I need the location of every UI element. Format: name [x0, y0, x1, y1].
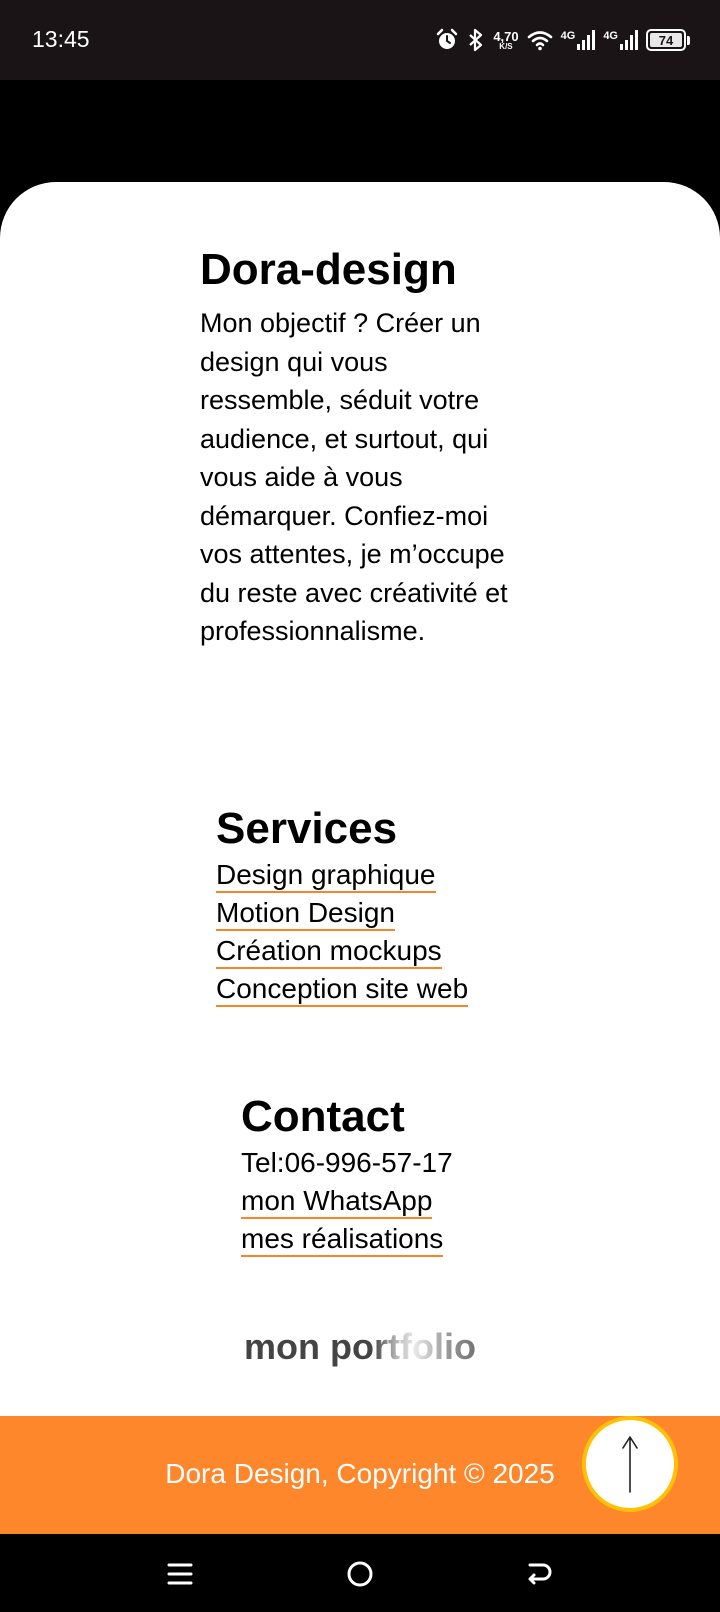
contact-phone: Tel:06-996-57-17 [241, 1147, 453, 1178]
menu-icon [167, 1563, 193, 1585]
realisations-link[interactable]: mes réalisations [241, 1223, 444, 1257]
contact-section: Contact Tel:06-996-57-17 mon WhatsApp me… [241, 1090, 453, 1258]
bluetooth-icon [469, 28, 483, 52]
arrow-up-icon [622, 1436, 638, 1493]
list-item: mon WhatsApp [241, 1182, 453, 1220]
service-link-design-graphique[interactable]: Design graphique [216, 859, 436, 893]
services-section: Services Design graphique Motion Design … [216, 802, 469, 1008]
home-icon [347, 1561, 373, 1587]
navigation-bar [0, 1534, 720, 1612]
wifi-icon [527, 31, 552, 51]
status-bar: 13:45 4,70 K/S 4G 4G 74 [0, 0, 720, 80]
alarm-icon [437, 28, 458, 49]
list-item: Conception site web [216, 970, 469, 1008]
scroll-to-top-button[interactable] [582, 1416, 678, 1512]
contact-links: mon WhatsApp mes réalisations [241, 1182, 453, 1258]
about-section: Dora-design Mon objectif ? Créer un desi… [200, 242, 520, 651]
battery-level: 74 [650, 33, 682, 48]
battery-icon: 74 [646, 29, 690, 51]
services-title: Services [216, 804, 398, 853]
net-speed: 4,70 K/S [493, 28, 519, 51]
status-icons: 4,70 K/S 4G 4G 74 [435, 22, 690, 58]
signal-icon: 4G [561, 30, 596, 50]
back-button[interactable] [520, 1554, 560, 1594]
signal-icon: 4G [603, 30, 638, 50]
footer: Dora Design, Copyright © 2025 [0, 1416, 720, 1534]
service-link-motion-design[interactable]: Motion Design [216, 897, 395, 931]
whatsapp-link[interactable]: mon WhatsApp [241, 1185, 433, 1219]
menu-button[interactable] [160, 1554, 200, 1594]
status-time: 13:45 [32, 26, 90, 52]
back-icon [528, 1563, 552, 1585]
portfolio-link[interactable]: mon portfolio [235, 1322, 485, 1372]
home-button[interactable] [340, 1554, 380, 1594]
about-text: Mon objectif ? Créer un design qui vous … [200, 308, 508, 646]
main-content: Dora-design Mon objectif ? Créer un desi… [0, 182, 720, 1416]
about-title: Dora-design [200, 245, 457, 294]
services-list: Design graphique Motion Design Création … [216, 856, 469, 1008]
list-item: Motion Design [216, 894, 468, 932]
list-item: mes réalisations [241, 1220, 453, 1258]
contact-title: Contact [241, 1092, 405, 1141]
list-item: Création mockups [216, 932, 468, 970]
list-item: Design graphique [216, 856, 468, 894]
service-link-conception-site-web[interactable]: Conception site web [216, 973, 469, 1007]
service-link-creation-mockups[interactable]: Création mockups [216, 935, 442, 969]
